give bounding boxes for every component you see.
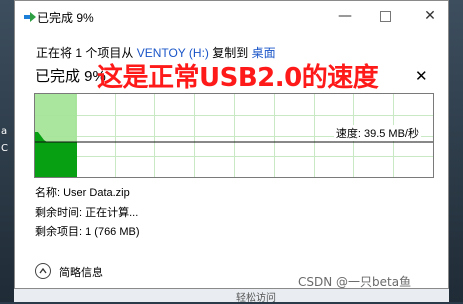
- time-remaining: 剩余时间: 正在计算...: [35, 207, 139, 219]
- speed-label: 速度: 39.5 MB/秒: [333, 125, 421, 141]
- title-bar: 已完成 9% — ✕: [15, 1, 448, 33]
- window-title: 已完成 9%: [37, 11, 94, 25]
- watermark: CSDN @一只beta鱼: [298, 275, 412, 289]
- file-name: 名称: User Data.zip: [35, 187, 130, 199]
- fewer-details-label: 简略信息: [59, 267, 103, 279]
- speed-graph: 速度: 39.5 MB/秒: [34, 93, 434, 178]
- overlay-caption: 这是正常USB2.0的速度: [97, 63, 379, 93]
- progress-heading: 已完成 9%: [35, 68, 106, 85]
- maximize-button[interactable]: [365, 3, 405, 29]
- minimize-button[interactable]: —: [325, 3, 365, 29]
- chevron-up-icon: [35, 263, 51, 279]
- desktop-right-strip: [449, 0, 463, 302]
- desktop-left-strip: a C: [0, 0, 14, 302]
- desktop-text-fragment: C: [1, 143, 8, 154]
- window-close-button[interactable]: ✕: [410, 3, 450, 29]
- desktop-text-fragment: a: [1, 126, 8, 137]
- copy-icon: [24, 12, 36, 22]
- cancel-copy-button[interactable]: ✕: [415, 67, 428, 85]
- copy-progress-dialog: 已完成 9% — ✕ 正在将 1 个项目从 VENTOY (H:) 复制到 桌面…: [14, 0, 449, 289]
- maximize-icon: [379, 10, 391, 22]
- taskbar-fragment: 轻松访问: [14, 289, 449, 304]
- items-remaining: 剩余项目: 1 (766 MB): [35, 226, 140, 238]
